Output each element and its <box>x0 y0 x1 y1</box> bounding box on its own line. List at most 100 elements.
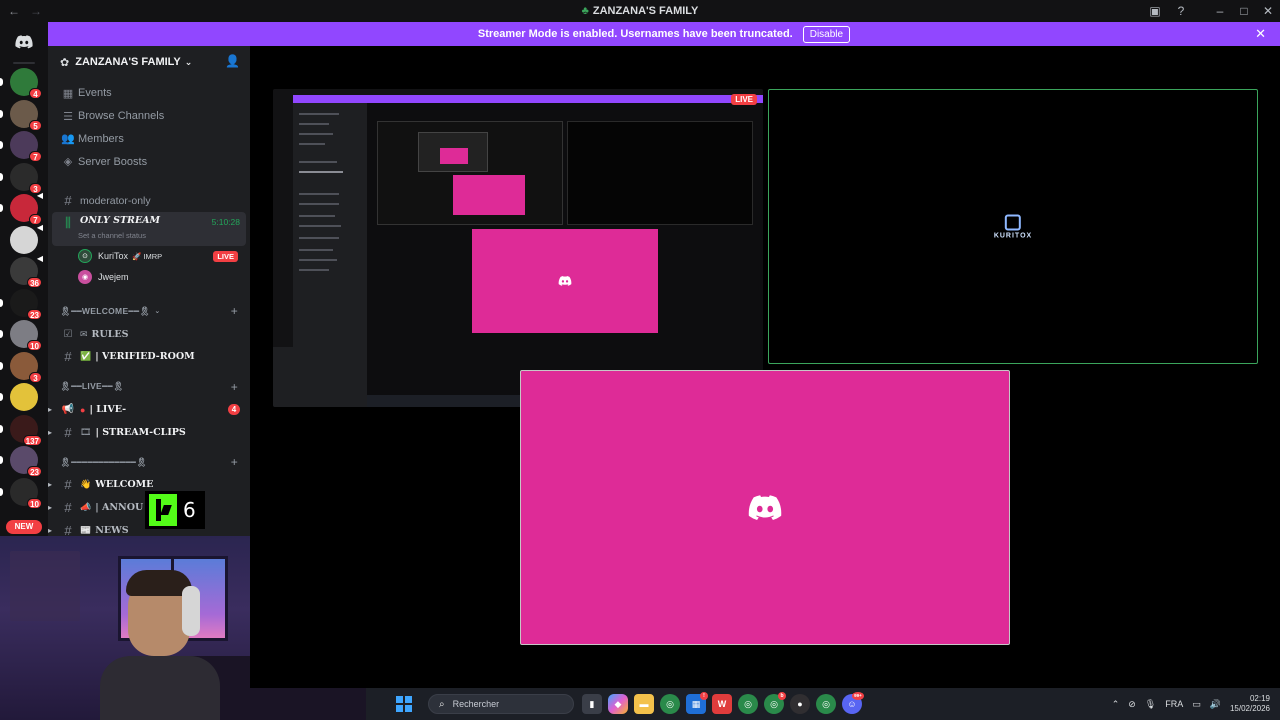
back-arrow-icon[interactable]: ← <box>8 4 20 18</box>
envelope-icon: ✉ <box>80 328 88 339</box>
avatar: ◉ <box>78 270 92 285</box>
help-icon[interactable]: ? <box>1168 4 1194 18</box>
server-icon[interactable]: 3 <box>0 162 42 194</box>
task-view-icon[interactable]: ▮ <box>582 694 602 714</box>
channel-moderator-only[interactable]: # moderator-only <box>48 189 250 212</box>
browse-icon: ☰ <box>63 110 73 123</box>
category-welcome[interactable]: 🎗━━WELCOME━━🎗 ⌄ + <box>48 300 250 323</box>
hash-icon: # <box>64 523 72 536</box>
clock[interactable]: 02:19 15/02/2026 <box>1230 694 1270 714</box>
obs-icon[interactable]: ● <box>790 694 810 714</box>
mention-count: 4 <box>228 404 240 416</box>
forward-arrow-icon[interactable]: → <box>30 4 42 18</box>
film-icon: 🎞 <box>80 426 92 437</box>
discord-taskbar-icon[interactable]: ☺ 99+ <box>842 692 864 714</box>
speaker-icon: ◀ <box>36 254 43 263</box>
stream-timer: 5:10:28 <box>211 216 240 227</box>
check-icon: ✅ <box>80 351 92 362</box>
minimize-icon[interactable]: – <box>1208 4 1232 18</box>
disable-streamer-mode-button[interactable]: Disable <box>802 25 851 43</box>
new-badge[interactable]: NEW <box>6 520 42 534</box>
menu-events[interactable]: ▦ Events <box>48 82 250 105</box>
streamer-mode-banner: Streamer Mode is enabled. Usernames have… <box>48 22 1280 46</box>
voice-user-jwejem[interactable]: ◉ Jwejem <box>48 267 250 288</box>
expand-arrow-icon: ▸ <box>48 427 53 437</box>
chrome-profile-icon[interactable]: ◎ <box>738 694 758 714</box>
history-nav: ← → <box>0 4 48 18</box>
add-channel-icon[interactable]: + <box>231 455 238 469</box>
network-icon[interactable]: ▭ <box>1192 699 1201 710</box>
server-icon[interactable]: 3 <box>0 351 42 383</box>
add-channel-icon[interactable]: + <box>231 304 238 318</box>
store-icon[interactable]: ▦! <box>686 692 708 714</box>
tray-chevron-icon[interactable]: ⌃ <box>1112 699 1120 710</box>
menu-server-boosts[interactable]: ◈ Server Boosts <box>48 150 250 173</box>
server-icon[interactable]: 23 <box>0 446 42 477</box>
window-title: ♣ ZANZANA'S FAMILY <box>581 5 699 17</box>
chrome-profile-b-icon[interactable]: ◎ b <box>764 692 786 714</box>
server-icon[interactable]: 10 <box>0 320 42 351</box>
server-icon[interactable]: 23 <box>0 288 42 320</box>
maximize-icon[interactable]: □ <box>1232 4 1256 18</box>
copilot-icon[interactable]: ◆ <box>608 694 628 714</box>
server-header[interactable]: ✿ ZANZANA'S FAMILY ⌄ 👤 <box>48 46 250 78</box>
voice-user-kuritox[interactable]: ⊙ KuriTox 🚀 IMRP LIVE <box>48 246 250 267</box>
stream-tile-kuritox[interactable]: KURITOX <box>768 89 1258 364</box>
live-badge: LIVE <box>731 94 757 105</box>
live-badge: LIVE <box>213 250 238 262</box>
close-window-icon[interactable]: ✕ <box>1256 4 1280 18</box>
add-channel-icon[interactable]: + <box>231 380 238 394</box>
office-icon[interactable]: W <box>712 694 732 714</box>
channel-live[interactable]: ▸ 📢 ● | LIVE- 4 <box>48 398 250 421</box>
expand-arrow-icon: ▸ <box>48 480 53 490</box>
server-icon[interactable]: 7 <box>0 131 42 162</box>
stream-stage: LIVE KURITOX <box>250 46 1280 688</box>
channel-only-stream[interactable]: ⫼ ONLY STREAM Set a channel status 5:10:… <box>52 211 246 246</box>
system-tray: ⌃ ⊘ 🎙 FRA ▭ 🔊 02:19 15/02/2026 <box>1112 688 1270 720</box>
boost-icon: ◈ <box>63 156 73 169</box>
server-icon[interactable]: 10 <box>0 477 42 509</box>
stream-tile-jwejem[interactable] <box>520 370 1010 645</box>
category-info[interactable]: 🎗━━━━━━━━━━━━🎗 + <box>48 451 250 474</box>
channel-status[interactable]: Set a channel status <box>78 231 146 240</box>
stream-tile-screen[interactable]: LIVE <box>273 89 763 407</box>
server-icon[interactable]: 137 <box>0 414 42 446</box>
channel-stream-clips[interactable]: ▸ # 🎞 | STREAM-CLIPS <box>48 421 250 444</box>
menu-browse-channels[interactable]: ☰ Browse Channels <box>48 105 250 128</box>
taskbar-search[interactable]: ⌕ Rechercher <box>428 694 574 714</box>
members-icon: 👥 <box>61 133 75 146</box>
chrome-profile-c-icon[interactable]: ◎ <box>816 694 836 714</box>
chrome-icon[interactable]: ◎ <box>660 694 680 714</box>
avatar: ⊙ <box>78 249 92 264</box>
server-icon[interactable]: ◀ 7 <box>0 191 43 225</box>
kick-logo <box>149 494 177 526</box>
server-icon[interactable]: ◀ <box>10 223 43 254</box>
hash-icon: # <box>64 424 72 440</box>
expand-arrow-icon: ▸ <box>48 526 53 536</box>
discord-home-icon[interactable] <box>8 26 40 58</box>
chevron-down-icon: ⌄ <box>184 56 193 67</box>
close-banner-icon[interactable]: ✕ <box>1255 26 1266 42</box>
kick-follower-overlay: 6 <box>145 491 205 529</box>
microphone-icon[interactable]: 🎙 <box>1145 699 1156 710</box>
volume-icon[interactable]: 🔊 <box>1210 699 1221 710</box>
nested-screen-capture <box>273 89 763 407</box>
inbox-icon[interactable]: ▣ <box>1142 4 1168 18</box>
server-icon[interactable]: 5 <box>0 99 42 131</box>
server-icon[interactable]: ◀ 36 <box>10 254 43 288</box>
kuritox-mark-icon <box>1005 214 1021 230</box>
language-indicator[interactable]: FRA <box>1165 699 1183 709</box>
menu-members[interactable]: 👥 Members <box>48 128 250 151</box>
announcement-icon: 📢 <box>61 404 75 416</box>
category-live[interactable]: 🎗━━LIVE━━🎗 + <box>48 375 250 398</box>
file-explorer-icon[interactable]: ▬ <box>634 694 654 714</box>
server-icon[interactable] <box>0 383 38 411</box>
expand-arrow-icon: ▸ <box>48 503 53 513</box>
channel-rules[interactable]: ☑ ✉ RULES <box>48 323 250 346</box>
channel-verified-room[interactable]: # ✅ | VERIFIED-ROOM <box>48 346 250 369</box>
invite-user-icon[interactable]: 👤 <box>225 54 240 68</box>
server-icon[interactable]: 4 <box>0 68 42 99</box>
speaker-icon: ◀ <box>36 191 43 200</box>
tray-app-icon[interactable]: ⊘ <box>1128 699 1136 710</box>
windows-start-icon[interactable] <box>396 696 412 712</box>
